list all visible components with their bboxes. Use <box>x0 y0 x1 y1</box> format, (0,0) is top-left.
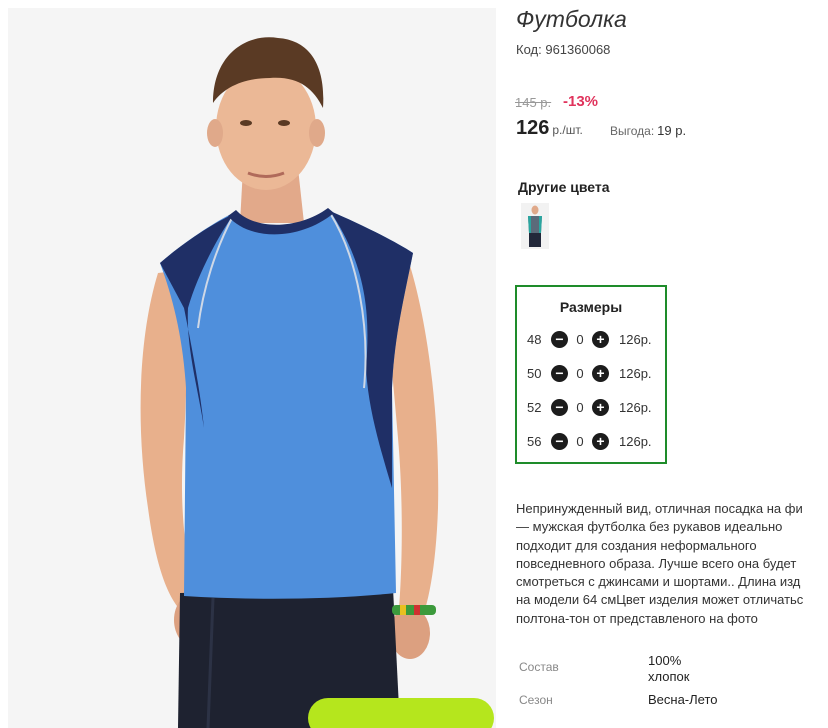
discount-badge: -13% <box>563 93 599 110</box>
size-price: 126р. <box>619 399 652 415</box>
other-colors-title: Другие цвета <box>518 179 610 195</box>
description-line: полтона-тон от представленого на фото <box>516 610 758 626</box>
code-value: 961360068 <box>545 42 611 57</box>
quantity-value: 0 <box>576 399 584 415</box>
description-line: смотреться с джинсами и шортами.. Длина … <box>516 574 801 590</box>
minus-icon[interactable]: − <box>551 398 568 416</box>
price-unit: р./шт. <box>552 123 583 137</box>
size-row: 50 − 0 + 126р. <box>527 363 652 383</box>
product-code: Код: 961360068 <box>516 42 610 57</box>
season-label: Сезон <box>519 693 553 707</box>
quantity-value: 0 <box>576 331 584 347</box>
plus-icon[interactable]: + <box>592 398 609 416</box>
minus-icon[interactable]: − <box>551 364 568 382</box>
plus-icon[interactable]: + <box>592 330 609 348</box>
current-price: 126 <box>516 117 550 139</box>
season-value: Весна-Лето <box>648 692 718 707</box>
size-price: 126р. <box>619 331 652 347</box>
price-row: 126 р./шт. Выгода: 19 р. <box>516 117 686 140</box>
add-to-cart-button[interactable] <box>308 698 494 728</box>
size-row: 52 − 0 + 126р. <box>527 397 652 417</box>
description-line: — мужская футболка без рукавов идеально <box>516 519 783 535</box>
model-illustration <box>8 8 496 728</box>
description-line: Непринужденный вид, отличная посадка на … <box>516 501 803 516</box>
minus-icon[interactable]: − <box>551 432 568 450</box>
composition-value-line: хлопок <box>648 669 690 684</box>
code-label: Код: <box>516 42 542 57</box>
size-label: 56 <box>527 433 542 449</box>
plus-icon[interactable]: + <box>592 432 609 450</box>
product-photo[interactable] <box>8 8 496 728</box>
swatch-model-icon <box>521 203 549 249</box>
product-title: Футболка <box>516 6 627 32</box>
minus-icon[interactable]: − <box>551 330 568 348</box>
plus-icon[interactable]: + <box>592 364 609 382</box>
sizes-panel: Размеры 48 − 0 + 126р. 50 − 0 + 126р. 52… <box>515 285 667 464</box>
size-row: 48 − 0 + 126р. <box>527 329 652 349</box>
color-swatch-thumbnail[interactable] <box>521 203 549 249</box>
description-line: подходит для создания неформального <box>516 537 757 553</box>
savings-value: 19 р. <box>657 123 687 138</box>
quantity-value: 0 <box>576 365 584 381</box>
composition-label: Состав <box>519 660 559 674</box>
description-line: на модели 64 смЦвет изделия может отлича… <box>516 592 804 608</box>
composition-value: 100% хлопок <box>648 653 689 685</box>
quantity-value: 0 <box>576 433 584 449</box>
size-row: 56 − 0 + 126р. <box>527 431 652 451</box>
old-price: 145 р. <box>515 95 552 110</box>
description-line: повседневного образа. Лучше всего она бу… <box>516 555 797 571</box>
size-label: 50 <box>527 365 542 381</box>
savings: Выгода: 19 р. <box>610 123 686 138</box>
savings-label: Выгода: <box>610 124 655 138</box>
composition-value-line: 100% <box>648 653 682 668</box>
size-label: 52 <box>527 399 542 415</box>
size-price: 126р. <box>619 433 652 449</box>
size-price: 126р. <box>619 365 652 381</box>
sizes-title: Размеры <box>559 299 623 315</box>
product-description: Непринужденный вид, отличная посадка на … <box>516 500 828 628</box>
size-label: 48 <box>527 331 542 347</box>
